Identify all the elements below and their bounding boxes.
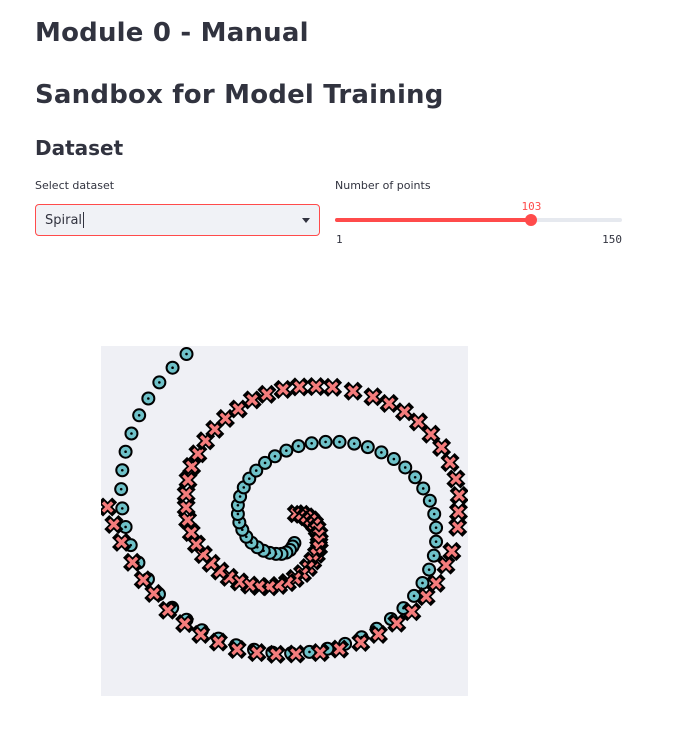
points-slider-value: 103 (521, 200, 542, 213)
points-slider-label: Number of points (335, 179, 431, 192)
circle-point (360, 440, 375, 455)
circle-point (179, 347, 194, 362)
cross-point (182, 456, 202, 476)
plot-background (101, 346, 468, 696)
cross-point (330, 639, 350, 659)
cross-point (228, 399, 248, 419)
cross-point (286, 644, 306, 664)
cross-point (306, 377, 326, 397)
cross-point (242, 390, 262, 410)
circle-point (304, 436, 319, 451)
cross-point (178, 470, 198, 490)
cross-point (351, 632, 371, 652)
circle-point (118, 444, 133, 459)
cross-point (408, 412, 429, 432)
cross-point (112, 532, 132, 552)
circle-point (427, 507, 442, 521)
cross-point (426, 573, 446, 593)
cross-point (196, 431, 216, 451)
circle-point (118, 519, 133, 534)
circle-point (422, 562, 437, 577)
circle-point (398, 460, 413, 475)
cross-point (368, 624, 389, 644)
cross-point (215, 408, 235, 428)
cross-point (379, 393, 399, 413)
circle-point (115, 501, 130, 516)
points-slider-min: 1 (336, 233, 343, 246)
cross-point (323, 377, 343, 397)
circle-point (279, 443, 294, 458)
circle-point (408, 470, 423, 485)
cross-point (104, 514, 124, 535)
cross-point (144, 583, 164, 603)
cross-point (448, 502, 468, 522)
circle-point (386, 452, 401, 467)
circle-point (318, 434, 333, 449)
scatter-plot (101, 346, 468, 696)
circle-point (115, 463, 130, 478)
points-slider-max: 150 (602, 233, 622, 246)
cross-point (446, 469, 466, 489)
circle-point (429, 534, 444, 549)
cross-point (387, 613, 407, 633)
cross-point (176, 497, 196, 517)
points-slider-fill (335, 218, 532, 222)
points-slider-track[interactable] (335, 214, 622, 226)
cross-point (289, 377, 310, 397)
circle-point (267, 449, 282, 464)
circle-point (152, 375, 167, 390)
page-title: Module 0 - Manual (35, 18, 309, 48)
cross-point (440, 453, 460, 473)
circle-point (124, 426, 139, 441)
section-heading-dataset: Dataset (35, 136, 124, 160)
cross-point (191, 624, 211, 644)
cross-point (416, 587, 436, 607)
cross-point (432, 437, 452, 458)
text-cursor (83, 212, 85, 228)
chevron-down-icon[interactable] (302, 218, 310, 223)
circle-point (141, 391, 156, 406)
cross-point (448, 517, 468, 537)
cross-point (158, 600, 178, 620)
cross-point (205, 419, 225, 439)
cross-point (257, 384, 277, 404)
cross-point (436, 555, 456, 575)
cross-point (394, 402, 415, 422)
cross-point (208, 632, 228, 652)
circle-point (114, 482, 129, 497)
cross-point (343, 381, 363, 401)
circle-point (416, 481, 431, 496)
cross-point (176, 484, 196, 504)
cross-point (363, 387, 383, 407)
cross-point (133, 570, 153, 590)
circle-point (291, 439, 306, 454)
circle-point (132, 408, 147, 423)
dataset-select[interactable]: Spiral (35, 204, 320, 236)
page-subtitle: Sandbox for Model Training (35, 80, 444, 110)
cross-point (227, 639, 247, 659)
cross-point (188, 444, 208, 464)
cross-point (273, 379, 293, 399)
circle-point (422, 493, 437, 508)
points-slider-thumb[interactable] (525, 214, 538, 226)
cross-point (247, 643, 267, 663)
circle-point (347, 436, 362, 451)
circle-point (374, 445, 389, 460)
cross-point (442, 541, 462, 561)
cross-point (310, 643, 330, 663)
circle-point (332, 434, 347, 449)
cross-point (266, 644, 286, 664)
dataset-select-value: Spiral (45, 212, 83, 228)
cross-point (123, 552, 143, 572)
cross-point (402, 602, 422, 622)
cross-point (175, 614, 195, 634)
circle-point (429, 520, 444, 535)
dataset-select-label: Select dataset (35, 179, 115, 192)
cross-point (421, 424, 441, 444)
cross-point (449, 485, 468, 505)
circle-point (165, 360, 180, 375)
cross-point (181, 523, 201, 543)
cross-point (101, 497, 118, 517)
